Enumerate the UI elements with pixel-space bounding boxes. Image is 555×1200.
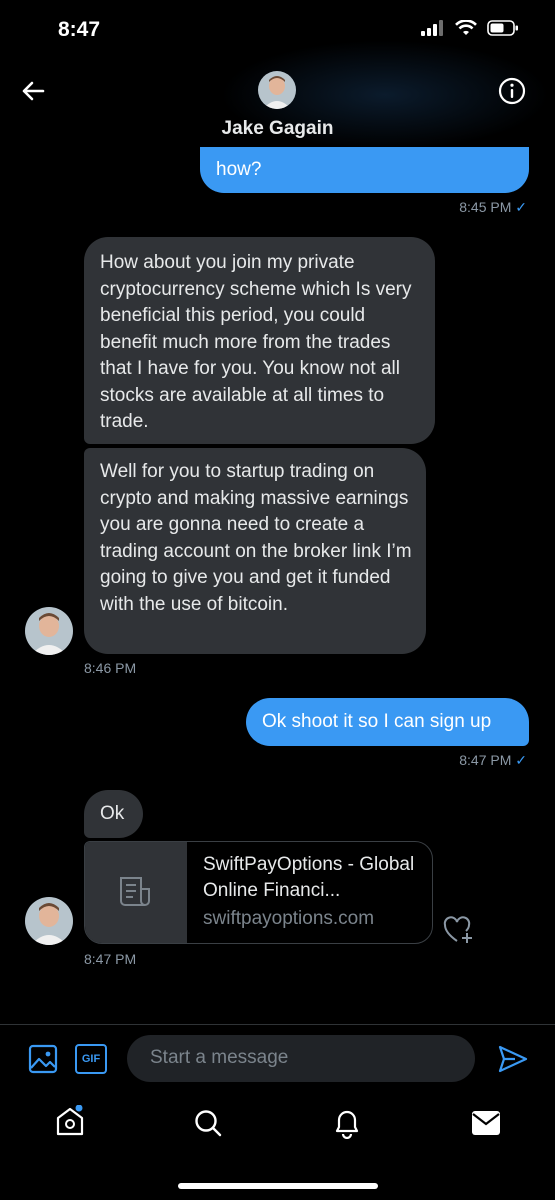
message-text: How about you join my private cryptocurr… [100,252,412,432]
info-icon[interactable] [497,76,527,106]
home-indicator [178,1183,378,1189]
status-icons [421,20,519,36]
status-time: 8:47 [58,18,101,41]
message-timestamp: 8:46 PM [84,660,137,676]
conversation-title: Jake Gagain [221,118,334,139]
message-input-placeholder: Start a message [150,1047,289,1068]
message-text: Well for you to startup trading on crypt… [100,461,412,615]
message-text: Ok shoot it so I can sign up [262,711,492,732]
link-domain: swiftpayoptions.com [203,908,375,929]
composer-divider [0,1024,555,1025]
link-card[interactable]: SwiftPayOptions - Global Online Financi.… [84,841,433,944]
sender-avatar[interactable] [25,607,73,655]
back-arrow-icon[interactable] [18,76,48,106]
link-thumbnail [85,842,187,943]
wifi-icon [455,20,477,35]
search-icon[interactable] [193,1108,223,1138]
message-timestamp: 8:47 PM [84,951,137,967]
message-timestamp: 8:45 PM ✓ [459,199,527,215]
gif-label: GIF [81,1053,101,1065]
bell-icon[interactable] [332,1107,362,1139]
bottom-nav [0,1100,555,1150]
send-icon[interactable] [497,1044,529,1074]
mail-icon[interactable] [471,1110,501,1136]
home-icon[interactable] [55,1105,85,1137]
battery-icon [487,20,518,36]
link-title: SwiftPayOptions - Global Online Financi.… [203,854,415,901]
gif-icon[interactable]: GIF [75,1044,107,1074]
sender-avatar[interactable] [25,897,73,945]
signal-icon [421,20,443,36]
document-icon [120,877,150,906]
heart-plus-icon[interactable] [443,915,475,945]
message-text: Ok [100,803,125,824]
message-text: how? [216,159,262,180]
message-timestamp: 8:47 PM ✓ [459,752,527,768]
header-avatar[interactable] [258,71,296,109]
image-icon[interactable] [28,1044,58,1074]
